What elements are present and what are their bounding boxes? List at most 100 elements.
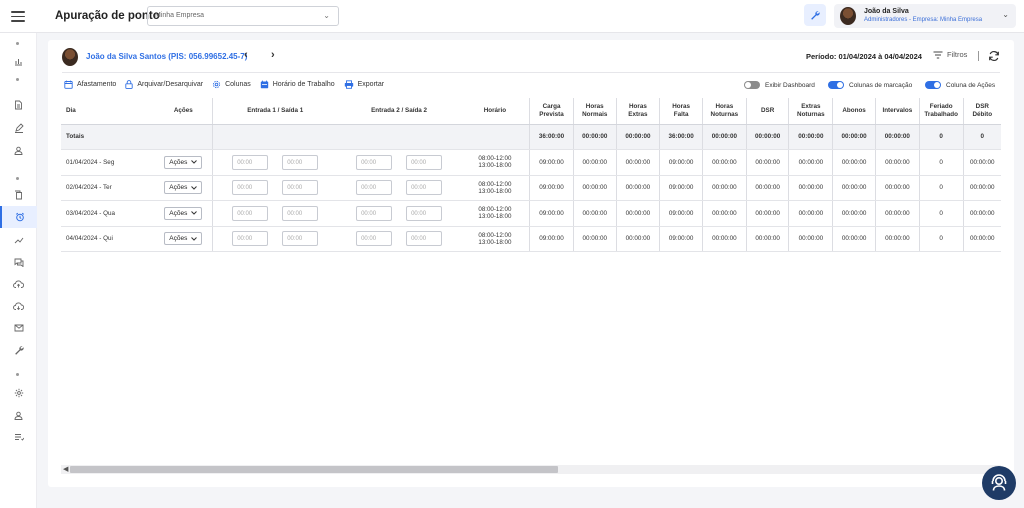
support-agent-icon (991, 474, 1007, 491)
toggle-marking-columns[interactable]: Colunas de marcação (828, 81, 912, 89)
time-input[interactable]: 00:00 (282, 205, 319, 221)
toggle-actions-column[interactable]: Coluna de Ações (925, 81, 995, 89)
employee-name[interactable]: João da Silva Santos (PIS: 056.99652.45-… (86, 52, 247, 61)
copy-icon (15, 190, 22, 200)
sidebar-item-mail[interactable] (0, 317, 37, 339)
help-button[interactable] (982, 466, 1016, 500)
sidebar-item-tools[interactable] (0, 339, 37, 361)
schedule-cell: 08:00-12:00 13:00-18:00 (460, 226, 530, 252)
column-header-intervalos[interactable]: Intervalos (874, 98, 920, 125)
sidebar-item-upload[interactable] (0, 273, 37, 295)
header-line: Horas (715, 102, 734, 110)
feriado-cell: 0 (918, 149, 964, 176)
divider (62, 72, 1000, 73)
work-schedule-button[interactable]: Horário de Trabalho (260, 80, 335, 89)
day-cell: 02/04/2024 - Ter (61, 175, 155, 201)
list-icon (14, 434, 24, 441)
column-header-horas-noturnas[interactable]: Horas Noturnas (702, 98, 747, 125)
sidebar-item-dashboard[interactable] (0, 50, 37, 72)
sidebar-item-download[interactable] (0, 295, 37, 317)
user-menu[interactable]: João da Silva Administradores - Empresa:… (834, 4, 1016, 28)
archive-button[interactable]: Arquivar/Desarquivar (125, 80, 203, 89)
column-header-dsr-debito[interactable]: DSR Débito (962, 98, 1001, 125)
calendar-icon (64, 80, 73, 89)
hamburger-menu-icon[interactable] (11, 11, 25, 22)
afastamento-button[interactable]: Afastamento (64, 80, 116, 89)
dsrdeb-cell: 00:00:00 (962, 149, 1001, 176)
header-line: Carga (542, 102, 561, 110)
gear-icon (14, 388, 23, 398)
carga-cell: 09:00:00 (529, 175, 574, 201)
filters-button[interactable]: Filtros (933, 50, 967, 59)
time-input[interactable]: 00:00 (232, 205, 269, 221)
time-input[interactable]: 00:00 (282, 180, 319, 196)
actions-dropdown[interactable]: Ações (164, 181, 203, 195)
marking-columns-switch[interactable] (828, 81, 844, 89)
sidebar-item-settings[interactable] (0, 382, 37, 404)
user-role: Administradores - Empresa: Minha Empresa (864, 17, 983, 23)
time-input[interactable]: 00:00 (406, 205, 443, 221)
column-header-acoes[interactable]: Ações (154, 98, 213, 125)
next-employee-button[interactable]: › (271, 49, 275, 61)
column-header-horas-normais[interactable]: Horas Normais (572, 98, 617, 125)
time-input[interactable]: 00:00 (356, 180, 393, 196)
column-header-entrada1[interactable]: Entrada 1 / Saída 1 (211, 98, 338, 125)
column-header-abonos[interactable]: Abonos (832, 98, 876, 125)
column-header-dia[interactable]: Dia (61, 98, 155, 125)
sidebar-item-list[interactable] (0, 426, 37, 448)
sidebar-item-trends[interactable] (0, 229, 37, 251)
extras-cell: 00:00:00 (615, 175, 660, 201)
scrollbar-thumb[interactable] (70, 466, 558, 473)
actions-column-switch[interactable] (925, 81, 941, 89)
actions-dropdown[interactable]: Ações (164, 232, 203, 246)
sidebar-item-messages[interactable] (0, 251, 37, 273)
actions-cell: Ações (154, 149, 213, 176)
dashboard-switch[interactable] (744, 81, 760, 89)
column-header-horas-falta[interactable]: Horas Falta (659, 98, 703, 125)
toggle-dashboard[interactable]: Exibir Dashboard (744, 81, 815, 89)
page-title: Apuração de ponto (55, 10, 160, 22)
time-input[interactable]: 00:00 (406, 231, 443, 247)
actions-dropdown[interactable]: Ações (164, 155, 203, 169)
previous-employee-button[interactable]: ‹ (244, 49, 248, 61)
time-input[interactable]: 00:00 (232, 231, 269, 247)
actions-label: Ações (169, 235, 188, 243)
company-select[interactable]: Minha Empresa ⌄ (147, 6, 339, 26)
time-input[interactable]: 00:00 (356, 154, 393, 170)
column-header-extras-noturnas[interactable]: Extras Noturnas (788, 98, 833, 125)
horizontal-scrollbar[interactable]: ◀ (61, 465, 1001, 474)
sidebar-item-edit[interactable] (0, 117, 37, 139)
sidebar-item-documents[interactable] (0, 94, 37, 116)
time-input[interactable]: 00:00 (406, 154, 443, 170)
time-input[interactable]: 00:00 (232, 180, 269, 196)
column-header-carga-prevista[interactable]: Carga Prevista (529, 98, 574, 125)
column-header-entrada2[interactable]: Entrada 2 / Saída 2 (337, 98, 461, 125)
header-line: Débito (972, 110, 993, 118)
export-button[interactable]: Exportar (344, 80, 384, 89)
column-header-feriado-trabalhado[interactable]: Feriado Trabalhado (918, 98, 964, 125)
time-input[interactable]: 00:00 (282, 154, 319, 170)
scroll-left-icon[interactable]: ◀ (63, 465, 68, 474)
columns-button[interactable]: Colunas (212, 80, 251, 89)
sidebar-item-copy[interactable] (0, 184, 37, 206)
header-line: Noturnas (797, 110, 825, 118)
falta-cell: 09:00:00 (659, 226, 703, 252)
column-header-horario[interactable]: Horário (460, 98, 530, 125)
time-input[interactable]: 00:00 (356, 231, 393, 247)
column-header-dsr[interactable]: DSR (745, 98, 789, 125)
abonos-cell: 00:00:00 (832, 200, 876, 227)
actions-cell: Ações (154, 226, 213, 252)
time-input[interactable]: 00:00 (356, 205, 393, 221)
sidebar-item-profile[interactable] (0, 404, 37, 426)
sidebar-item-timesheet[interactable] (0, 206, 37, 228)
time-input[interactable]: 00:00 (282, 231, 319, 247)
actions-dropdown[interactable]: Ações (164, 206, 203, 220)
time-input[interactable]: 00:00 (232, 154, 269, 170)
header-line: Horas (585, 102, 604, 110)
tools-button[interactable] (804, 4, 826, 26)
column-header-horas-extras[interactable]: Horas Extras (615, 98, 660, 125)
sidebar-item-employees[interactable] (0, 139, 37, 161)
timesheet-table-container: Dia Ações Entrada 1 / Saída 1 Entrada 2 … (61, 98, 1001, 258)
refresh-button[interactable] (988, 49, 1000, 67)
time-input[interactable]: 00:00 (406, 180, 443, 196)
